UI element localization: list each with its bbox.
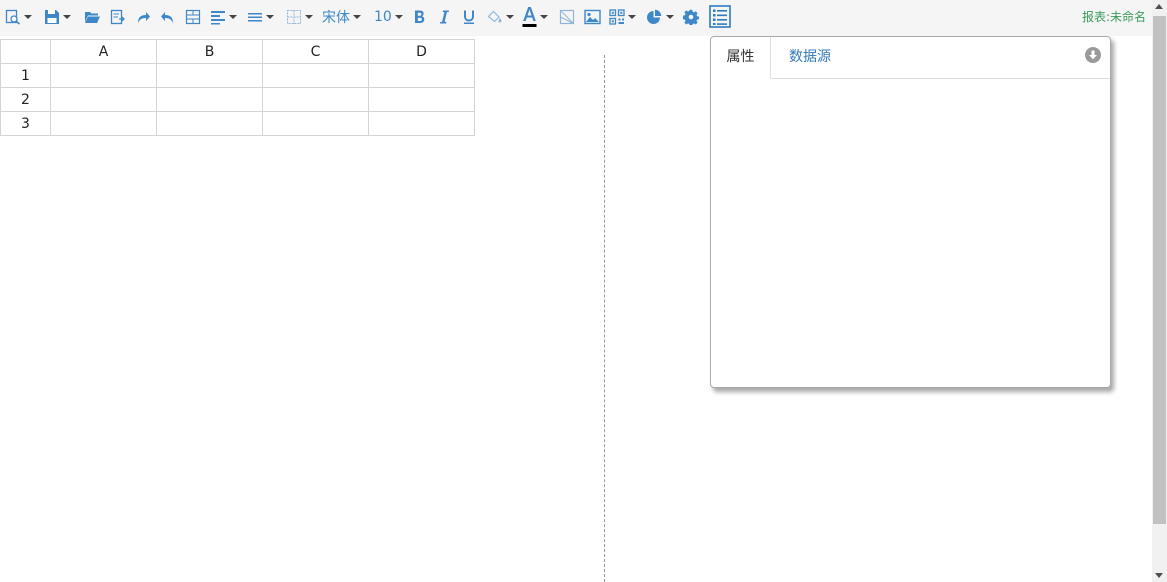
font-size-value: 10 — [374, 9, 392, 25]
row-header[interactable]: 3 — [0, 111, 51, 136]
align-left-icon — [211, 11, 225, 25]
scroll-down-icon[interactable] — [1155, 573, 1163, 578]
grid-cell[interactable] — [156, 87, 263, 112]
undo-button[interactable] — [160, 6, 175, 28]
panel-body — [711, 79, 1110, 387]
insert-image-button[interactable] — [584, 6, 601, 28]
bold-icon — [415, 10, 425, 23]
font-family-dropdown[interactable]: 宋体 — [322, 6, 361, 28]
line-height-icon — [248, 13, 262, 22]
chart-dropdown[interactable] — [646, 6, 674, 28]
chart-icon — [647, 9, 662, 24]
vertical-scrollbar[interactable] — [1152, 0, 1167, 582]
font-size-dropdown[interactable]: 10 — [374, 6, 403, 28]
redo-icon — [138, 11, 150, 23]
column-header[interactable]: C — [262, 39, 369, 64]
open-folder-icon — [85, 12, 100, 23]
preview-icon — [5, 9, 20, 25]
export-icon — [110, 9, 125, 25]
column-header[interactable]: A — [50, 39, 157, 64]
panel-tabs: 属性 数据源 — [711, 37, 1110, 79]
qrcode-icon — [609, 9, 625, 25]
font-family-value: 宋体 — [322, 10, 350, 26]
chevron-down-icon — [666, 15, 674, 19]
underline-button[interactable] — [462, 6, 476, 28]
property-panel: 属性 数据源 — [710, 36, 1111, 388]
font-color-dropdown[interactable] — [522, 6, 548, 28]
collapse-panel-button[interactable] — [1085, 47, 1101, 63]
row-header[interactable]: 2 — [0, 87, 51, 112]
column-header[interactable]: B — [156, 39, 263, 64]
chevron-down-icon — [229, 15, 237, 19]
grid-cell[interactable] — [368, 63, 475, 88]
slash-cell-icon — [559, 9, 575, 25]
qrcode-dropdown[interactable] — [609, 6, 636, 28]
grid-cell[interactable] — [262, 87, 369, 112]
italic-button[interactable] — [438, 6, 450, 28]
fill-color-dropdown[interactable] — [487, 6, 514, 28]
column-header-row: A B C D — [0, 39, 475, 64]
column-header[interactable]: D — [368, 39, 475, 64]
scroll-up-icon[interactable] — [1155, 4, 1163, 9]
table-row: 1 — [0, 63, 475, 88]
tab-datasource[interactable]: 数据源 — [789, 37, 831, 78]
open-button[interactable] — [84, 6, 101, 28]
export-button[interactable] — [110, 6, 126, 28]
settings-button[interactable] — [683, 6, 699, 28]
slash-cell-button[interactable] — [559, 6, 575, 28]
undo-icon — [161, 11, 173, 23]
save-dropdown[interactable] — [44, 6, 71, 28]
redo-button[interactable] — [136, 6, 151, 28]
grid-cell[interactable] — [262, 111, 369, 136]
chevron-down-icon — [628, 15, 636, 19]
row-header[interactable]: 1 — [0, 63, 51, 88]
save-icon — [45, 10, 59, 24]
spreadsheet-grid: A B C D 1 2 3 — [0, 39, 475, 136]
italic-icon — [440, 10, 449, 24]
fill-color-icon — [487, 10, 502, 23]
align-dropdown[interactable] — [210, 6, 237, 28]
merge-cells-button[interactable] — [185, 6, 201, 28]
property-panel-button[interactable] — [709, 4, 731, 28]
corner-cell[interactable] — [0, 39, 51, 64]
chevron-down-icon — [540, 15, 548, 19]
valign-dropdown[interactable] — [247, 6, 274, 28]
grid-cell[interactable] — [368, 87, 475, 112]
report-name: 报表:未命名 — [1081, 10, 1146, 24]
border-icon — [287, 10, 301, 24]
merge-cells-icon — [185, 9, 201, 25]
table-row: 2 — [0, 87, 475, 112]
grid-cell[interactable] — [262, 63, 369, 88]
chevron-down-icon — [266, 15, 274, 19]
toolbar: 宋体 10 报表:未命名 — [0, 0, 1152, 36]
property-panel-icon — [709, 4, 731, 28]
chevron-down-icon — [305, 15, 313, 19]
border-dropdown[interactable] — [286, 6, 313, 28]
font-color-icon — [522, 7, 537, 27]
table-row: 3 — [0, 111, 475, 136]
bold-button[interactable] — [413, 6, 426, 28]
preview-dropdown[interactable] — [5, 6, 32, 28]
chevron-down-icon — [63, 15, 71, 19]
chevron-down-icon — [24, 15, 32, 19]
chevron-down-icon — [394, 15, 403, 19]
scrollbar-thumb[interactable] — [1153, 16, 1166, 524]
chevron-down-icon — [506, 15, 514, 19]
tab-properties[interactable]: 属性 — [711, 37, 771, 79]
underline-icon — [464, 10, 474, 24]
image-icon — [584, 9, 601, 25]
grid-cell[interactable] — [368, 111, 475, 136]
grid-cell[interactable] — [50, 111, 157, 136]
page-break-line — [604, 55, 605, 582]
grid-cell[interactable] — [50, 63, 157, 88]
grid-cell[interactable] — [156, 111, 263, 136]
chevron-down-icon — [353, 15, 361, 19]
arrow-down-circle-icon — [1085, 47, 1101, 63]
settings-icon — [683, 9, 699, 25]
grid-cell[interactable] — [156, 63, 263, 88]
grid-cell[interactable] — [50, 87, 157, 112]
